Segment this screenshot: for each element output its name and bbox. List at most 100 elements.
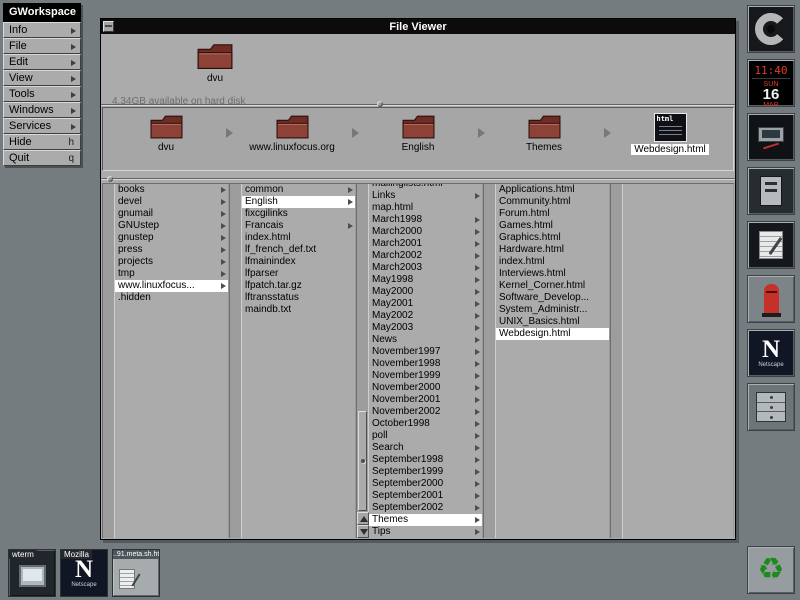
dock-tile-recycler[interactable]: ♻ bbox=[747, 546, 795, 594]
file-row[interactable]: May1998 bbox=[369, 274, 482, 286]
browser-resize-handle[interactable] bbox=[107, 176, 113, 182]
file-row[interactable]: September2001 bbox=[369, 490, 482, 502]
dock-tile-notepad[interactable] bbox=[747, 221, 795, 269]
file-row[interactable]: index.html bbox=[496, 256, 609, 268]
miniaturize-button[interactable] bbox=[103, 21, 114, 32]
menu-item[interactable]: Services bbox=[3, 118, 81, 134]
file-row[interactable]: November2002 bbox=[369, 406, 482, 418]
file-row[interactable]: .hidden bbox=[115, 292, 228, 304]
shelf-resize-handle[interactable] bbox=[377, 101, 383, 107]
file-row[interactable]: March2000 bbox=[369, 226, 482, 238]
file-row[interactable]: September2000 bbox=[369, 478, 482, 490]
file-row[interactable]: Webdesign.html bbox=[496, 328, 609, 340]
file-row[interactable]: devel bbox=[115, 196, 228, 208]
shelf-item[interactable]: html English bbox=[355, 113, 481, 153]
file-row[interactable]: March2001 bbox=[369, 238, 482, 250]
file-row[interactable]: May2003 bbox=[369, 322, 482, 334]
file-row[interactable]: Applications.html bbox=[496, 184, 609, 196]
shelf-item[interactable]: html Themes bbox=[481, 113, 607, 153]
column-scrollbar[interactable] bbox=[483, 184, 496, 538]
menu-item[interactable]: Windows bbox=[3, 102, 81, 118]
file-row[interactable]: March2002 bbox=[369, 250, 482, 262]
column-scrollbar[interactable] bbox=[610, 184, 623, 538]
dock-tile-safe[interactable] bbox=[747, 167, 795, 215]
file-row[interactable]: May2001 bbox=[369, 298, 482, 310]
scrollbar-knob[interactable] bbox=[358, 411, 367, 511]
file-row[interactable]: index.html bbox=[242, 232, 355, 244]
menu-item[interactable]: Tools bbox=[3, 86, 81, 102]
dock-tile-clock[interactable]: 11:40 SUN 16 MAR bbox=[747, 59, 795, 107]
dock-tile-workstation[interactable] bbox=[747, 113, 795, 161]
menu-item[interactable]: Edit bbox=[3, 54, 81, 70]
file-row[interactable]: System_Administr... bbox=[496, 304, 609, 316]
file-row[interactable]: maindb.txt bbox=[242, 304, 355, 316]
file-row[interactable]: Graphics.html bbox=[496, 232, 609, 244]
file-row[interactable]: English bbox=[242, 196, 355, 208]
shelf-item[interactable]: html www.linuxfocus.org bbox=[229, 113, 355, 153]
file-row[interactable]: Kernel_Corner.html bbox=[496, 280, 609, 292]
scroll-down-button[interactable] bbox=[357, 525, 369, 538]
file-row[interactable]: Community.html bbox=[496, 196, 609, 208]
file-row[interactable]: Themes bbox=[369, 514, 482, 526]
file-row[interactable]: March1998 bbox=[369, 214, 482, 226]
file-row[interactable]: Games.html bbox=[496, 220, 609, 232]
file-row[interactable]: lftransstatus bbox=[242, 292, 355, 304]
file-row[interactable]: lfmainindex bbox=[242, 256, 355, 268]
menu-item[interactable]: View bbox=[3, 70, 81, 86]
dock-tile-cabinet[interactable] bbox=[747, 383, 795, 431]
file-row[interactable]: lfparser bbox=[242, 268, 355, 280]
menu-item[interactable]: Info bbox=[3, 22, 81, 38]
file-row[interactable]: November1998 bbox=[369, 358, 482, 370]
shelf-item[interactable]: html dvu bbox=[103, 113, 229, 153]
file-row[interactable]: September2002 bbox=[369, 502, 482, 514]
file-row[interactable]: books bbox=[115, 184, 228, 196]
dock-tile-gnustep[interactable] bbox=[747, 5, 795, 53]
file-row[interactable]: November1999 bbox=[369, 370, 482, 382]
file-row[interactable]: September1999 bbox=[369, 466, 482, 478]
file-row[interactable]: poll bbox=[369, 430, 482, 442]
file-row[interactable]: Software_Develop... bbox=[496, 292, 609, 304]
file-row[interactable]: press bbox=[115, 244, 228, 256]
file-row[interactable]: November2001 bbox=[369, 394, 482, 406]
column-scrollbar[interactable] bbox=[102, 184, 115, 538]
file-row[interactable]: map.html bbox=[369, 202, 482, 214]
appicon-mozilla[interactable]: Mozilla N Netscape bbox=[60, 549, 108, 597]
menu-item[interactable]: Hide h bbox=[3, 134, 81, 150]
file-row[interactable]: lfpatch.tar.gz bbox=[242, 280, 355, 292]
file-row[interactable]: Tips bbox=[369, 526, 482, 538]
menu-title[interactable]: GWorkspace bbox=[3, 3, 81, 22]
column-scrollbar[interactable] bbox=[229, 184, 242, 538]
file-row[interactable]: gnumail bbox=[115, 208, 228, 220]
column-scrollbar[interactable] bbox=[356, 184, 369, 538]
dock-tile-postbox[interactable] bbox=[747, 275, 795, 323]
file-row[interactable]: UNIX_Basics.html bbox=[496, 316, 609, 328]
file-row[interactable]: September1998 bbox=[369, 454, 482, 466]
file-row[interactable]: March2003 bbox=[369, 262, 482, 274]
file-row[interactable]: November1997 bbox=[369, 346, 482, 358]
file-row[interactable]: Links bbox=[369, 190, 482, 202]
menu-item[interactable]: Quit q bbox=[3, 150, 81, 166]
appicon-wterm[interactable]: wterm bbox=[8, 549, 56, 597]
window-titlebar[interactable]: File Viewer bbox=[101, 19, 735, 34]
menu-item[interactable]: File bbox=[3, 38, 81, 54]
file-row[interactable]: Interviews.html bbox=[496, 268, 609, 280]
file-row[interactable]: Search bbox=[369, 442, 482, 454]
file-row[interactable]: November2000 bbox=[369, 382, 482, 394]
file-row[interactable]: Forum.html bbox=[496, 208, 609, 220]
file-row[interactable]: gnustep bbox=[115, 232, 228, 244]
scroll-up-button[interactable] bbox=[357, 512, 369, 525]
file-row[interactable]: News bbox=[369, 334, 482, 346]
root-folder[interactable]: dvu bbox=[187, 41, 243, 84]
file-row[interactable]: May2000 bbox=[369, 286, 482, 298]
file-row[interactable]: Francais bbox=[242, 220, 355, 232]
file-row[interactable]: Hardware.html bbox=[496, 244, 609, 256]
file-row[interactable]: common bbox=[242, 184, 355, 196]
file-row[interactable]: GNUstep bbox=[115, 220, 228, 232]
dock-tile-netscape[interactable]: N Netscape bbox=[747, 329, 795, 377]
file-row[interactable]: tmp bbox=[115, 268, 228, 280]
file-row[interactable]: www.linuxfocus... bbox=[115, 280, 228, 292]
miniwindow-meta-sh-html[interactable]: ..91.meta.sh.html bbox=[112, 549, 160, 597]
file-row[interactable]: lf_french_def.txt bbox=[242, 244, 355, 256]
file-row[interactable]: fixcgilinks bbox=[242, 208, 355, 220]
file-row[interactable]: October1998 bbox=[369, 418, 482, 430]
